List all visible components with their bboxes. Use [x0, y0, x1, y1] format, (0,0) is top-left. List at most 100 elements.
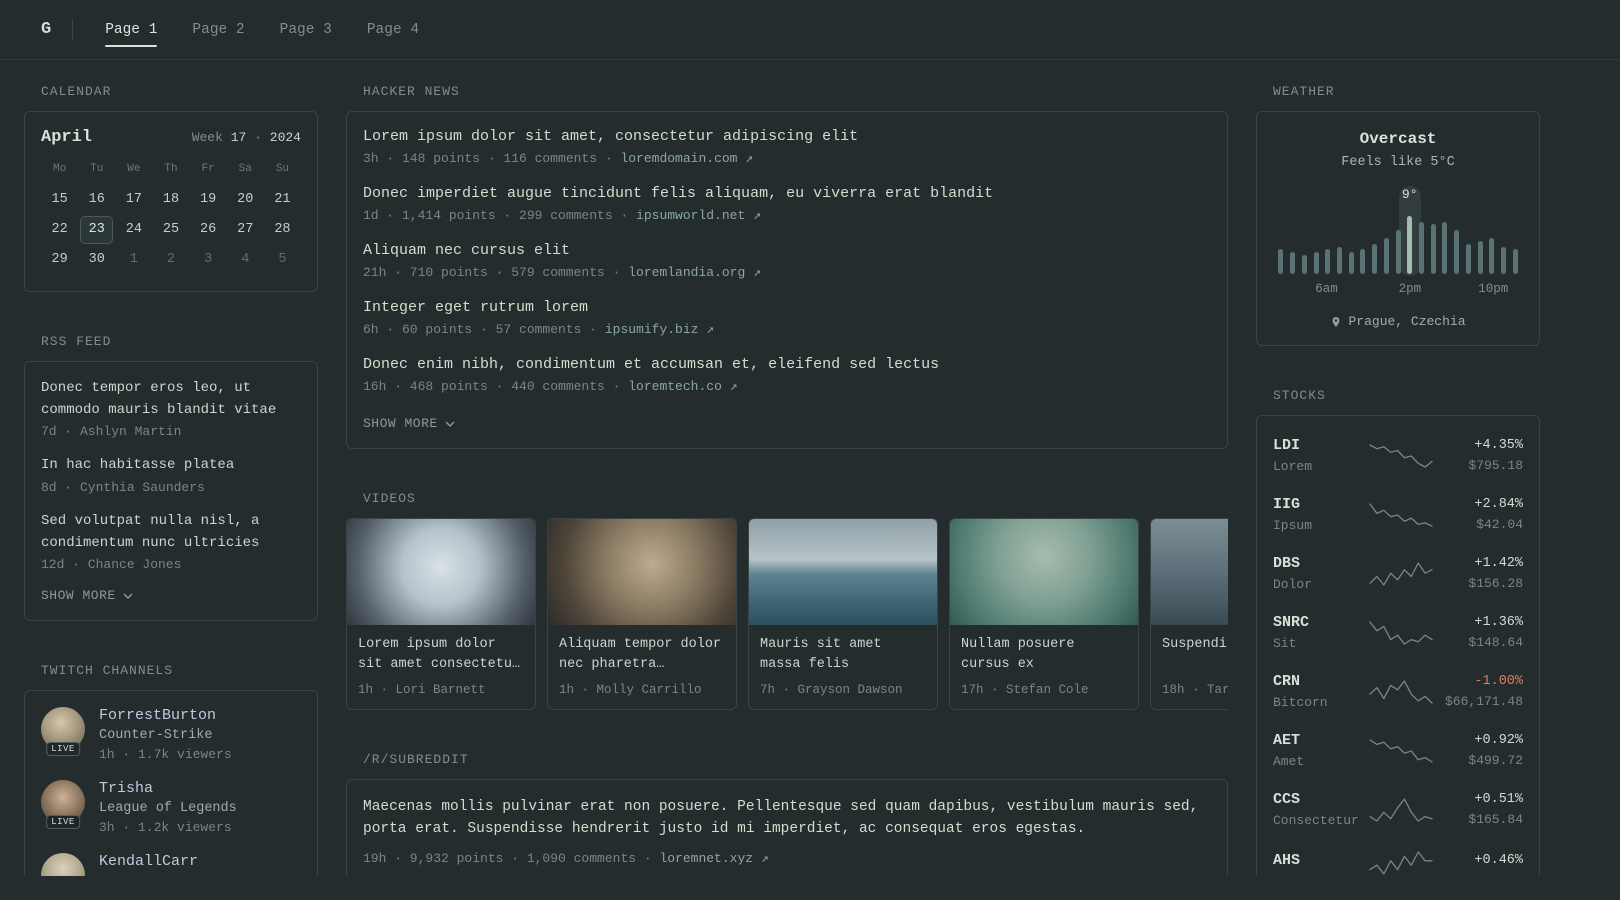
- chevron-down-icon: [123, 588, 133, 603]
- stock-row[interactable]: AHS +0.46%: [1273, 839, 1523, 876]
- twitch-channel-name[interactable]: KendallCarr: [99, 853, 198, 870]
- rss-item-title[interactable]: In hac habitasse platea: [41, 455, 301, 477]
- video-title[interactable]: Aliquam tempor dolor nec pharetra…: [559, 635, 725, 676]
- video-title[interactable]: Lorem ipsum dolor sit amet consectetu…: [358, 635, 524, 676]
- video-meta: 1h · Lori Barnett: [358, 683, 486, 697]
- weather-widget: WEATHER Overcast Feels like 5°C 9° 6am 2p…: [1256, 84, 1540, 346]
- hn-item-title[interactable]: Lorem ipsum dolor sit amet, consectetur …: [363, 128, 1211, 145]
- tab-page-3[interactable]: Page 3: [269, 0, 343, 60]
- weather-bar: [1465, 244, 1471, 274]
- twitch-avatar[interactable]: LIVE: [41, 707, 85, 757]
- video-card[interactable]: Suspendisse diam 18h · Tara Bryant: [1150, 518, 1228, 710]
- reddit-post-meta: 19h · 9,932 points · 1,090 comments · lo…: [363, 851, 1211, 866]
- video-card[interactable]: Mauris sit amet massa felis 7h · Grayson …: [748, 518, 938, 710]
- weather-bar-column: [1498, 212, 1510, 274]
- hn-item-domain-link[interactable]: loremdomain.com: [620, 151, 737, 166]
- twitch-channel-row[interactable]: LIVE Trisha League of Legends 3h · 1.2k vie…: [41, 780, 301, 835]
- video-thumbnail[interactable]: [347, 519, 535, 625]
- video-thumbnail[interactable]: [950, 519, 1138, 625]
- rss-item-title[interactable]: Donec tempor eros leo, ut commodo mauris…: [41, 378, 301, 421]
- weather-bar: [1278, 249, 1284, 274]
- stock-name: Dolor: [1273, 577, 1313, 592]
- hn-item-domain-link[interactable]: ipsumworld.net: [636, 208, 745, 223]
- calendar-day: 16: [88, 192, 105, 207]
- reddit-post-title[interactable]: Maecenas mollis pulvinar erat non posuer…: [363, 796, 1211, 841]
- twitch-channel-game: League of Legends: [99, 801, 237, 817]
- twitch-channel-row[interactable]: LIVE KendallCarr: [41, 853, 301, 876]
- hn-show-more-label: SHOW MORE: [363, 416, 438, 431]
- rss-card: Donec tempor eros leo, ut commodo mauris…: [24, 361, 318, 622]
- video-title[interactable]: Suspendisse diam: [1162, 635, 1228, 676]
- right-column: WEATHER Overcast Feels like 5°C 9° 6am 2p…: [1256, 84, 1540, 876]
- video-card[interactable]: Nullam posuere cursus ex 17h · Stefan Col…: [949, 518, 1139, 710]
- hn-item-domain-link[interactable]: loremtech.co: [628, 379, 722, 394]
- stock-identity: AHS: [1273, 852, 1361, 874]
- stock-row[interactable]: IIG Ipsum +2.84% $42.04: [1273, 485, 1523, 544]
- stock-change: +2.84%: [1474, 497, 1523, 512]
- weather-bar: [1336, 247, 1342, 274]
- calendar-day: 1: [129, 252, 138, 267]
- hn-item-title[interactable]: Integer eget rutrum lorem: [363, 299, 1211, 316]
- twitch-avatar[interactable]: LIVE: [41, 853, 85, 876]
- hn-item: Aliquam nec cursus elit 21h · 710 points …: [363, 242, 1211, 280]
- twitch-channel-name[interactable]: ForrestBurton: [99, 707, 232, 724]
- weather-bar: [1395, 230, 1401, 274]
- tab-page-2[interactable]: Page 2: [181, 0, 255, 60]
- stock-row[interactable]: CRN Bitcorn -1.00% $66,171.48: [1273, 662, 1523, 721]
- video-thumbnail[interactable]: [749, 519, 937, 625]
- calendar-year: 2024: [269, 130, 301, 145]
- hn-item: Lorem ipsum dolor sit amet, consectetur …: [363, 128, 1211, 166]
- hn-item-domain-link[interactable]: loremlandia.org: [628, 265, 745, 280]
- calendar-day: 20: [237, 192, 254, 207]
- calendar-weekday-row: Mo Tu We Th Fr Sa Su: [41, 159, 301, 185]
- reddit-post-domain-link[interactable]: loremnet.xyz: [659, 851, 753, 866]
- tab-page-4[interactable]: Page 4: [356, 0, 430, 60]
- stock-row[interactable]: LDI Lorem +4.35% $795.18: [1273, 426, 1523, 485]
- subreddit-header: /R/SUBREDDIT: [363, 752, 469, 767]
- stock-row[interactable]: DBS Dolor +1.42% $156.28: [1273, 544, 1523, 603]
- twitch-header: TWITCH CHANNELS: [41, 663, 174, 679]
- video-card[interactable]: Aliquam tempor dolor nec pharetra… 1h · M…: [547, 518, 737, 710]
- calendar-day: 19: [200, 192, 217, 207]
- twitch-channel-row[interactable]: LIVE ForrestBurton Counter-Strike 1h · 1.7k…: [41, 707, 301, 762]
- video-title[interactable]: Nullam posuere cursus ex: [961, 635, 1127, 676]
- stock-price: $148.64: [1468, 635, 1523, 650]
- rss-item-title[interactable]: Sed volutpat nulla nisl, a condimentum n…: [41, 511, 301, 554]
- video-card[interactable]: Lorem ipsum dolor sit amet consectetu… 1h…: [346, 518, 536, 710]
- stock-row[interactable]: AET Amet +0.92% $499.72: [1273, 721, 1523, 780]
- app-logo[interactable]: G: [41, 20, 51, 39]
- twitch-channel-name[interactable]: Trisha: [99, 780, 237, 797]
- hn-show-more-button[interactable]: SHOW MORE: [363, 416, 455, 431]
- tab-page-1[interactable]: Page 1: [94, 0, 168, 60]
- rss-show-more-button[interactable]: SHOW MORE: [41, 588, 133, 603]
- video-info: Nullam posuere cursus ex 17h · Stefan Col…: [950, 625, 1138, 709]
- hn-item-title[interactable]: Donec enim nibh, condimentum et accumsan…: [363, 356, 1211, 373]
- rss-widget: RSS FEED Donec tempor eros leo, ut commo…: [24, 334, 318, 622]
- calendar-weekday: Tu: [90, 163, 104, 175]
- calendar-week-label: Week: [191, 130, 223, 145]
- video-thumbnail[interactable]: [1151, 519, 1228, 625]
- calendar-weekday: Sa: [238, 163, 252, 175]
- stock-values: -1.00% $66,171.48: [1441, 674, 1523, 709]
- weather-bar: [1383, 238, 1389, 274]
- stocks-widget: STOCKS LDI Lorem +4.35% $795.18 IIG Ipsum +2.8…: [1256, 388, 1540, 876]
- stock-row[interactable]: SNRC Sit +1.36% $148.64: [1273, 603, 1523, 662]
- weather-location-text: Prague, Czechia: [1348, 314, 1466, 329]
- stock-sparkline-chart: [1369, 443, 1433, 469]
- video-info: Lorem ipsum dolor sit amet consectetu… 1h…: [347, 625, 535, 709]
- video-meta: 17h · Stefan Cole: [961, 683, 1089, 697]
- stock-price: $42.04: [1476, 517, 1523, 532]
- stock-name: Lorem: [1273, 459, 1313, 474]
- twitch-avatar[interactable]: LIVE: [41, 780, 85, 830]
- hn-item-meta: 21h · 710 points · 579 comments · loreml…: [363, 265, 1211, 280]
- video-title[interactable]: Mauris sit amet massa felis: [760, 635, 926, 676]
- video-thumbnail[interactable]: [548, 519, 736, 625]
- hn-item-domain-link[interactable]: ipsumify.biz: [605, 322, 699, 337]
- hn-item-meta: 6h · 60 points · 57 comments · ipsumify.…: [363, 322, 1211, 337]
- stock-row[interactable]: CCS Consectetur +0.51% $165.84: [1273, 780, 1523, 839]
- hn-item-title[interactable]: Aliquam nec cursus elit: [363, 242, 1211, 259]
- stock-change: +0.46%: [1474, 853, 1523, 868]
- hn-item-title[interactable]: Donec imperdiet augue tincidunt felis al…: [363, 185, 1211, 202]
- stock-price: $795.18: [1468, 458, 1523, 473]
- hn-item-meta-text: 3h · 148 points · 116 comments ·: [363, 151, 621, 166]
